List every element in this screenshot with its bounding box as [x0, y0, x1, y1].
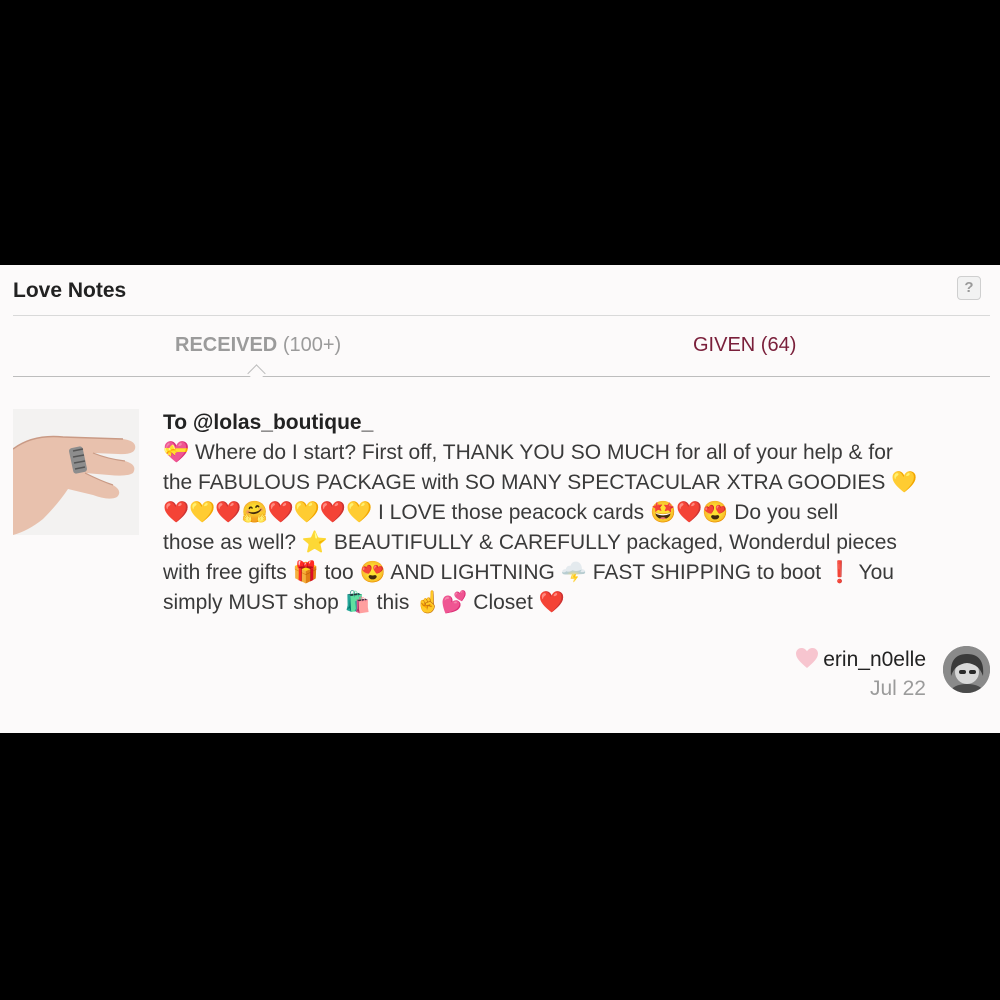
love-notes-panel: Love Notes ? RECEIVED (100+) GIVEN (64) … [0, 265, 1000, 733]
note-line: simply MUST shop 🛍️ this ☝️💕 Closet ❤️ [163, 591, 565, 614]
love-notes-header: Love Notes ? [13, 265, 990, 316]
love-note: To @lolas_boutique_ 💝 Where do I start? … [163, 408, 978, 618]
page-title: Love Notes [13, 279, 127, 302]
note-body: 💝 Where do I start? First off, THANK YOU… [163, 438, 978, 618]
avatar[interactable] [943, 646, 990, 693]
active-tab-caret [247, 364, 266, 383]
author-line: erin_n0elle [795, 645, 926, 675]
note-author: erin_n0elle Jul 22 [795, 645, 926, 703]
note-date: Jul 22 [869, 677, 926, 700]
note-line: with free gifts 🎁 too 😍 AND LIGHTNING 🌩️… [163, 561, 894, 584]
help-icon[interactable]: ? [957, 276, 981, 300]
note-line: those as well? ⭐ BEAUTIFULLY & CAREFULLY… [163, 531, 897, 554]
note-recipient[interactable]: To @lolas_boutique_ [163, 408, 978, 438]
tab-received[interactable]: RECEIVED (100+) [175, 334, 341, 357]
tab-received-label: RECEIVED [175, 334, 278, 356]
note-line: the FABULOUS PACKAGE with SO MANY SPECTA… [163, 471, 918, 494]
item-thumbnail[interactable] [13, 409, 139, 535]
tab-received-count: (100+) [282, 334, 342, 356]
tabs-bar: RECEIVED (100+) GIVEN (64) [13, 316, 990, 383]
note-line: 💝 Where do I start? First off, THANK YOU… [163, 441, 893, 464]
note-line: ❤️💛❤️🤗❤️💛❤️💛 I LOVE those peacock cards … [163, 501, 839, 524]
author-username[interactable]: erin_n0elle [823, 648, 926, 671]
tab-given[interactable]: GIVEN (64) [693, 334, 796, 357]
heart-icon[interactable] [795, 647, 819, 669]
ring-hand-image [13, 409, 139, 535]
avatar-image [943, 646, 990, 693]
